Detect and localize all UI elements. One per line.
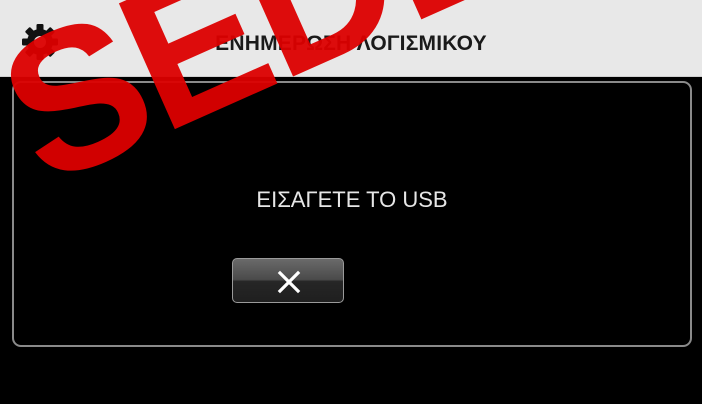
close-icon [277,270,301,294]
close-button[interactable] [232,258,344,303]
usb-prompt-dialog: ΕΙΣΑΓΕΤΕ ΤΟ USB [12,81,692,347]
dialog-message: ΕΙΣΑΓΕΤΕ ΤΟ USB [256,187,448,212]
screen: ΕΝΗΜΕΡΩΣΗ ΛΟΓΙΣΜΙΚΟΥ ΕΙΣΑΓΕΤΕ ΤΟ USB SED… [0,0,702,404]
header-bar: ΕΝΗΜΕΡΩΣΗ ΛΟΓΙΣΜΙΚΟΥ [0,0,702,77]
page-title: ΕΝΗΜΕΡΩΣΗ ΛΟΓΙΣΜΙΚΟΥ [215,32,487,55]
